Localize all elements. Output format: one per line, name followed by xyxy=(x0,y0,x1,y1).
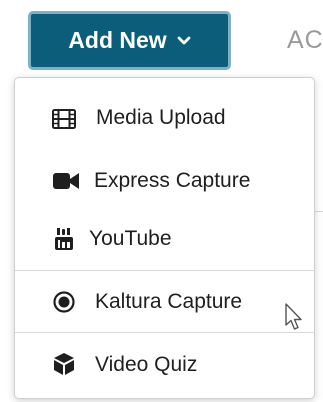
menu-item-label: Kaltura Capture xyxy=(95,290,243,313)
film-icon xyxy=(52,108,76,130)
add-new-button[interactable]: Add New xyxy=(28,11,231,70)
menu-item-video-quiz[interactable]: Video Quiz xyxy=(15,335,314,393)
menu-item-label: YouTube xyxy=(89,227,172,250)
add-new-dropdown-menu: Media Upload Express Capture YouTube Kal… xyxy=(14,77,315,399)
menu-item-express-capture[interactable]: Express Capture xyxy=(15,152,314,210)
menu-item-media-upload[interactable]: Media Upload xyxy=(15,90,314,148)
menu-item-youtube[interactable]: YouTube xyxy=(15,212,314,268)
next-tab-partial[interactable]: AC xyxy=(287,26,323,55)
chevron-down-icon xyxy=(177,36,191,46)
video-camera-icon xyxy=(53,171,79,191)
menu-item-label: Media Upload xyxy=(96,106,226,129)
menu-item-kaltura-capture[interactable]: Kaltura Capture xyxy=(15,273,314,331)
add-new-label: Add New xyxy=(68,27,167,53)
youtube-icon xyxy=(55,226,73,252)
menu-item-label: Video Quiz xyxy=(95,353,198,376)
menu-divider xyxy=(15,270,314,271)
record-icon xyxy=(53,291,75,313)
cube-icon xyxy=(53,352,75,376)
menu-divider xyxy=(15,332,314,333)
menu-item-label: Express Capture xyxy=(94,169,251,192)
mouse-pointer-icon xyxy=(285,303,305,338)
